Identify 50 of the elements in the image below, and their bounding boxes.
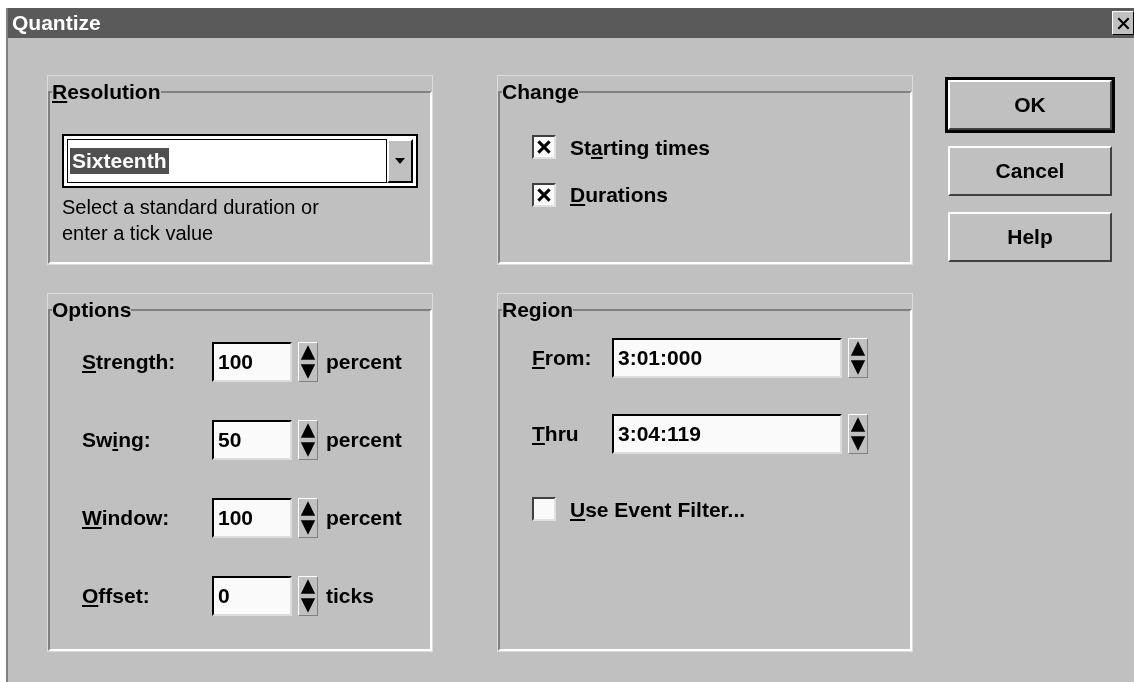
text-field[interactable]: 0: [212, 575, 292, 616]
group-label: Resolution: [52, 80, 161, 103]
field-label: Swing:: [82, 426, 152, 453]
down-arrow-icon[interactable]: [849, 357, 867, 377]
unit-label: percent: [326, 504, 402, 531]
dialog-button[interactable]: Cancel: [948, 146, 1112, 196]
checkbox[interactable]: [532, 497, 556, 522]
dialog-button[interactable]: Help: [948, 212, 1112, 262]
check-x-icon: [537, 187, 551, 202]
checkbox[interactable]: [532, 182, 556, 207]
close-button[interactable]: [1112, 11, 1134, 35]
caret-icon: [395, 157, 405, 164]
text-field[interactable]: 100: [212, 497, 292, 538]
group-label: Options: [52, 298, 132, 321]
text-field[interactable]: 3:01:000: [612, 337, 842, 378]
text-field[interactable]: 100: [212, 341, 292, 382]
unit-label: percent: [326, 426, 402, 453]
resolution-dropdown[interactable]: Sixteenth: [62, 133, 418, 188]
checkbox-label: Use Event Filter...: [570, 496, 746, 523]
down-arrow-icon[interactable]: [299, 439, 317, 459]
window-title: Quantize: [12, 10, 101, 37]
field-label: Thru: [532, 420, 580, 447]
down-arrow-icon[interactable]: [299, 361, 317, 381]
down-arrow-icon[interactable]: [849, 433, 867, 453]
group-label: Region: [502, 298, 574, 321]
unit-label: percent: [326, 348, 402, 375]
field-label: Window:: [82, 504, 171, 531]
spinner[interactable]: [848, 413, 868, 454]
checkbox-label: Starting times: [570, 134, 711, 161]
spinner[interactable]: [298, 575, 318, 616]
checkbox-label: Durations: [570, 182, 668, 208]
spinner[interactable]: [848, 337, 868, 378]
dialog-button[interactable]: OK: [948, 80, 1112, 130]
field-label: Strength:: [82, 348, 177, 375]
text-field[interactable]: 3:04:119: [612, 413, 842, 454]
field-label: Offset:: [82, 582, 151, 609]
group-label: Change: [502, 80, 579, 103]
checkbox[interactable]: [532, 135, 556, 160]
check-x-icon: [537, 140, 551, 155]
field-label: From:: [532, 344, 593, 371]
resolution-hint: Select a standard duration or enter a tick value: [62, 194, 320, 246]
spinner[interactable]: [298, 341, 318, 382]
dropdown-value: Sixteenth: [70, 147, 169, 174]
text-field[interactable]: 50: [212, 419, 292, 460]
down-arrow-icon[interactable]: [299, 595, 317, 615]
down-arrow-icon[interactable]: [299, 517, 317, 537]
unit-label: ticks: [326, 582, 374, 609]
spinner[interactable]: [298, 497, 318, 538]
close-icon: [1116, 16, 1130, 30]
spinner[interactable]: [298, 419, 318, 460]
